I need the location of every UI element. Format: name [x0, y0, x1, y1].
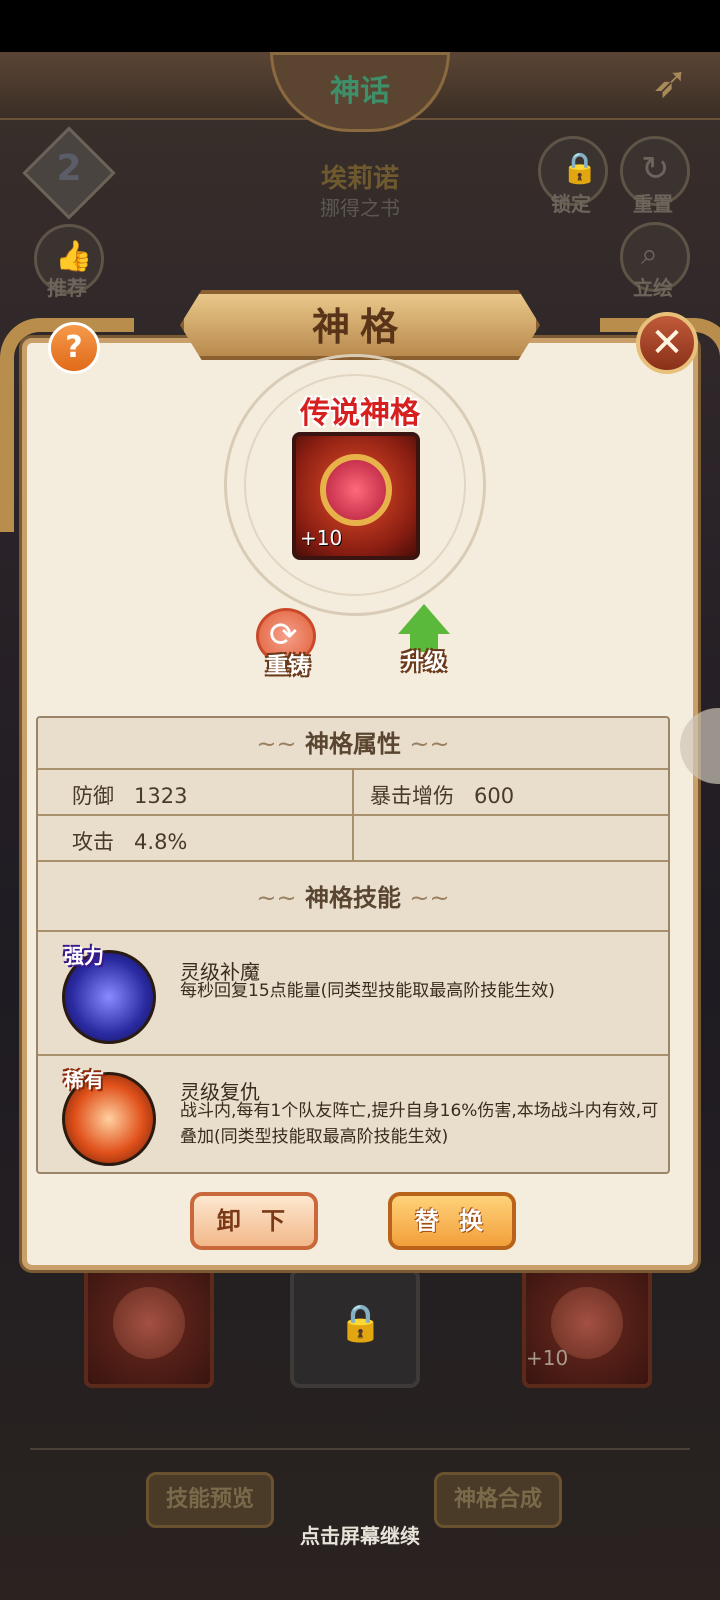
- rarity-label: 传说神格: [300, 396, 420, 431]
- modal-title: 神格: [311, 305, 408, 349]
- skill-rank-tag: 强力: [64, 944, 104, 968]
- hero-name: 埃莉诺: [320, 164, 399, 194]
- upgrade-button[interactable]: 升级: [384, 604, 464, 675]
- lock-label: 锁定: [551, 192, 591, 216]
- hero-subtitle: 挪得之书: [320, 196, 400, 220]
- divider: [38, 930, 668, 932]
- divider: [38, 860, 668, 862]
- close-button[interactable]: ✕: [636, 312, 698, 374]
- reset-icon: ↻: [641, 149, 670, 189]
- divider: [38, 1054, 668, 1056]
- divider: [30, 1448, 690, 1450]
- skill-rank-tag: 稀有: [64, 1068, 104, 1092]
- recommend-label: 推荐: [47, 276, 87, 300]
- tap-to-continue-hint[interactable]: 点击屏幕继续: [0, 1520, 720, 1549]
- skill-description: 战斗内,每有1个队友阵亡,提升自身16%伤害,本场战斗内有效,可叠加(同类型技能…: [180, 1101, 659, 1147]
- skills-heading: ~~ 神格技能 ~~: [256, 884, 450, 912]
- level-number: 2: [56, 148, 82, 189]
- slot-card-left[interactable]: [84, 1258, 214, 1388]
- slot-plus-label: +10: [526, 1346, 569, 1370]
- attack-stat: 攻击 4.8%: [72, 830, 188, 854]
- recast-label: 重铸: [265, 654, 310, 679]
- upgrade-label: 升级: [401, 650, 446, 675]
- replace-button[interactable]: 替 换: [388, 1192, 516, 1250]
- help-button[interactable]: ?: [48, 322, 100, 374]
- status-bar: [0, 0, 720, 52]
- thumbs-up-icon: 👍: [55, 239, 93, 274]
- reset-label: 重置: [633, 192, 673, 216]
- defense-stat: 防御 1323: [72, 784, 188, 808]
- recast-button[interactable]: ⟳ 重铸: [248, 608, 328, 679]
- portrait-label: 立绘: [633, 276, 673, 300]
- divinity-emblem-icon: [320, 454, 392, 526]
- item-plus-level: +10: [300, 526, 343, 550]
- divider: [38, 814, 668, 816]
- magnifier-icon: ⌕: [641, 237, 658, 272]
- back-arrow-icon[interactable]: ➶: [640, 58, 700, 108]
- skill-description: 每秒回复15点能量(同类型技能取最高阶技能生效): [180, 981, 555, 1001]
- top-title: 神话: [330, 74, 390, 109]
- slot-locked[interactable]: 🔒: [290, 1268, 420, 1388]
- attributes-heading: ~~ 神格属性 ~~: [256, 730, 450, 758]
- lock-icon: 🔒: [338, 1303, 383, 1344]
- divinity-item-card[interactable]: +10: [292, 432, 420, 560]
- lock-icon: 🔒: [561, 151, 599, 186]
- unequip-button[interactable]: 卸 下: [190, 1192, 318, 1250]
- divider: [352, 770, 354, 862]
- crit-damage-stat: 暴击增伤 600: [370, 784, 515, 808]
